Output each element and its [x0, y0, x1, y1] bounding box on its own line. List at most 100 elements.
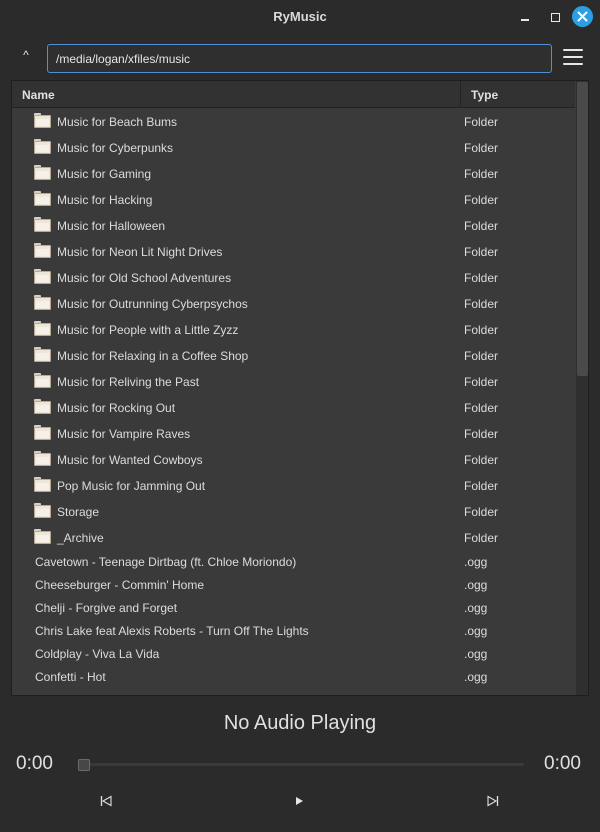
folder-row[interactable]: Music for Relaxing in a Coffee Shop Folde… — [12, 343, 575, 369]
row-type: Folder — [464, 141, 499, 155]
folder-row[interactable]: Music for Beach Bums Folder — [12, 109, 575, 135]
folder-icon — [34, 477, 51, 492]
folder-icon — [34, 165, 51, 180]
row-type: .ogg — [464, 670, 488, 684]
seek-slider[interactable] — [78, 759, 524, 771]
row-name: Music for Hacking — [57, 193, 153, 207]
folder-icon — [34, 321, 51, 336]
row-name: Music for Beach Bums — [57, 115, 178, 129]
row-type: Folder — [464, 479, 499, 493]
folder-icon — [34, 373, 51, 388]
row-name: Chelji - Forgive and Forget — [35, 601, 178, 615]
row-name: Confetti - Hot — [35, 670, 106, 684]
row-name: Chris Lake feat Alexis Roberts - Turn Of… — [35, 624, 309, 638]
file-row[interactable]: Confetti - Hot .ogg — [12, 666, 575, 689]
folder-row[interactable]: Music for Vampire Raves Folder — [12, 421, 575, 447]
folder-row[interactable]: Pop Music for Jamming Out Folder — [12, 473, 575, 499]
folder-row[interactable]: Music for Cyberpunks Folder — [12, 135, 575, 161]
row-type: Folder — [464, 167, 499, 181]
minimize-icon — [521, 19, 529, 21]
file-row[interactable]: Chelji - Forgive and Forget .ogg — [12, 597, 575, 620]
folder-row[interactable]: Storage Folder — [12, 499, 575, 525]
row-name: Music for Reliving the Past — [57, 375, 200, 389]
close-icon — [577, 11, 588, 22]
row-type: Folder — [464, 375, 499, 389]
title-bar: RyMusic — [0, 0, 600, 33]
row-type: Folder — [464, 531, 499, 545]
play-button[interactable] — [290, 795, 308, 809]
row-name: Music for Vampire Raves — [57, 427, 191, 441]
file-row[interactable]: Chris Lake feat Alexis Roberts - Turn Of… — [12, 620, 575, 643]
folder-row[interactable]: Music for People with a Little Zyzz Folde… — [12, 317, 575, 343]
list-rows: Music for Beach Bums Folder Music for Cybe… — [12, 109, 575, 689]
hamburger-menu-icon — [563, 49, 585, 65]
up-directory-button[interactable]: ^ — [16, 48, 36, 68]
row-type: Folder — [464, 245, 499, 259]
folder-row[interactable]: Music for Hacking Folder — [12, 187, 575, 213]
folder-row[interactable]: Music for Outrunning Cyberpsychos Folder — [12, 291, 575, 317]
row-type: .ogg — [464, 578, 488, 592]
folder-row[interactable]: Music for Reliving the Past Folder — [12, 369, 575, 395]
minimize-button[interactable] — [515, 7, 535, 27]
folder-icon — [34, 399, 51, 414]
seek-handle[interactable] — [78, 759, 90, 771]
row-name: Coldplay - Viva La Vida — [35, 647, 160, 661]
row-type: .ogg — [464, 624, 488, 638]
row-type: Folder — [464, 219, 499, 233]
folder-row[interactable]: Music for Wanted Cowboys Folder — [12, 447, 575, 473]
menu-button[interactable] — [563, 49, 585, 67]
row-type: Folder — [464, 349, 499, 363]
folder-icon — [34, 191, 51, 206]
row-name: Music for People with a Little Zyzz — [57, 323, 239, 337]
row-type: Folder — [464, 323, 499, 337]
row-name: Music for Relaxing in a Coffee Shop — [57, 349, 249, 363]
folder-row[interactable]: Music for Rocking Out Folder — [12, 395, 575, 421]
folder-row[interactable]: Music for Old School Adventures Folder — [12, 265, 575, 291]
row-type: .ogg — [464, 647, 488, 661]
row-name: Music for Rocking Out — [57, 401, 176, 415]
column-header-name[interactable]: Name — [22, 88, 55, 102]
path-input[interactable] — [47, 44, 552, 73]
row-name: Music for Neon Lit Night Drives — [57, 245, 223, 259]
previous-button[interactable] — [97, 795, 115, 809]
toolbar: ^ — [0, 33, 600, 79]
row-type: Folder — [464, 505, 499, 519]
row-name: Music for Old School Adventures — [57, 271, 232, 285]
column-header-type[interactable]: Type — [471, 88, 498, 102]
file-list: Name Type Music for Beach Bums Folder Musi… — [11, 80, 589, 696]
up-arrow-icon: ^ — [23, 48, 29, 62]
vertical-scrollbar[interactable] — [576, 81, 588, 695]
file-row[interactable]: Cavetown - Teenage Dirtbag (ft. Chloe Mo… — [12, 551, 575, 574]
row-type: Folder — [464, 193, 499, 207]
next-button[interactable] — [484, 795, 502, 809]
maximize-button[interactable] — [545, 7, 565, 27]
now-playing-label: No Audio Playing — [223, 712, 377, 734]
file-row[interactable]: Coldplay - Viva La Vida .ogg — [12, 643, 575, 666]
player-panel: No Audio Playing 0:00 0:00 — [0, 697, 600, 832]
folder-icon — [34, 113, 51, 128]
window-title: RyMusic — [273, 9, 327, 24]
scrollbar-thumb[interactable] — [577, 82, 588, 376]
folder-row[interactable]: Music for Gaming Folder — [12, 161, 575, 187]
row-type: .ogg — [464, 601, 488, 615]
folder-row[interactable]: _Archive Folder — [12, 525, 575, 551]
current-time: 0:00 — [16, 753, 53, 774]
folder-icon — [34, 503, 51, 518]
skip-previous-icon — [100, 795, 112, 807]
file-row[interactable]: Cheeseburger - Commin' Home .ogg — [12, 574, 575, 597]
row-type: Folder — [464, 453, 499, 467]
folder-icon — [34, 295, 51, 310]
row-name: Music for Halloween — [57, 219, 166, 233]
row-name: Music for Cyberpunks — [57, 141, 174, 155]
row-name: Cheeseburger - Commin' Home — [35, 578, 205, 592]
folder-row[interactable]: Music for Neon Lit Night Drives Folder — [12, 239, 575, 265]
folder-icon — [34, 217, 51, 232]
row-type: Folder — [464, 401, 499, 415]
maximize-icon — [550, 12, 560, 22]
close-button[interactable] — [572, 6, 593, 27]
seek-track — [78, 763, 524, 766]
folder-icon — [34, 243, 51, 258]
folder-row[interactable]: Music for Halloween Folder — [12, 213, 575, 239]
column-divider[interactable] — [460, 81, 461, 108]
row-type: .ogg — [464, 555, 488, 569]
